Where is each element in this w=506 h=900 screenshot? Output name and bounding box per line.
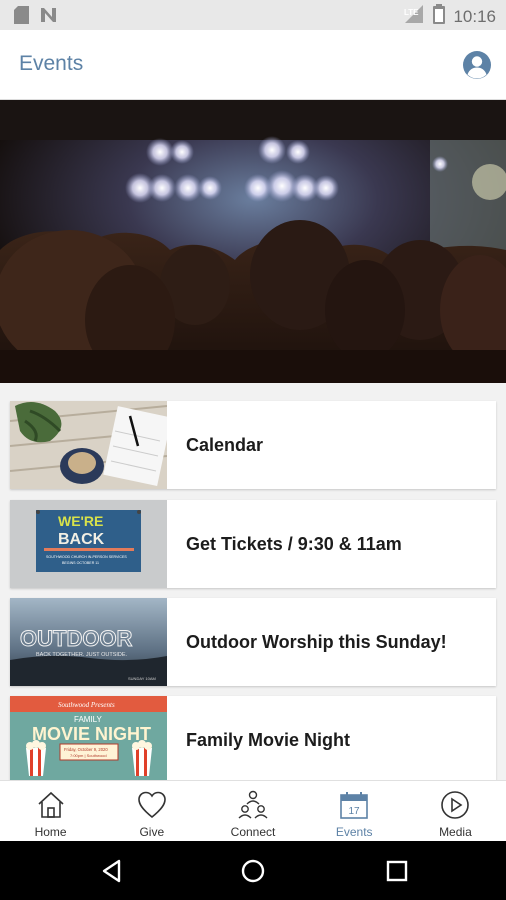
home-icon <box>38 791 64 818</box>
movie-thumb-text-3: MOVIE NIGHT <box>32 724 151 744</box>
event-card-calendar[interactable]: Calendar <box>10 401 496 489</box>
outdoor-thumbnail: OUTDOOR BACK TOGETHER. JUST OUTSIDE. SUN… <box>10 598 167 686</box>
event-label: Get Tickets / 9:30 & 11am <box>186 533 402 554</box>
home-circle-icon <box>241 859 265 883</box>
tickets-thumbnail: WE'RE BACK SOUTHWOOD CHURCH IN-PERSON SE… <box>10 500 167 588</box>
movie-thumb-text-1: Southwood Presents <box>58 701 115 709</box>
hero-image <box>0 100 506 383</box>
event-label: Family Movie Night <box>186 729 351 750</box>
battery-icon <box>433 4 446 29</box>
event-label: Calendar <box>186 434 264 455</box>
movie-thumb-text-5: 7:00pm | Southwood <box>70 753 107 758</box>
tickets-thumb-text-2: BACK <box>58 531 105 548</box>
nav-connect[interactable]: Connect <box>202 781 303 841</box>
outdoor-thumb-text-2: BACK TOGETHER. JUST OUTSIDE. <box>36 652 128 658</box>
nav-events[interactable]: 17 Events <box>304 781 405 841</box>
event-card-tickets[interactable]: WE'RE BACK SOUTHWOOD CHURCH IN-PERSON SE… <box>10 500 496 588</box>
event-card-outdoor[interactable]: OUTDOOR BACK TOGETHER. JUST OUTSIDE. SUN… <box>10 598 496 686</box>
notification-n-icon <box>39 6 59 29</box>
heart-icon <box>137 791 166 819</box>
sd-card-icon <box>14 6 29 29</box>
profile-button[interactable] <box>462 50 492 80</box>
outdoor-thumb-text-3: SUNDAY 10AM <box>128 676 156 681</box>
play-icon <box>441 791 470 819</box>
event-card-movie-night[interactable]: Southwood Presents FAMILY MOVIE NIGHT Fr… <box>10 696 496 780</box>
recents-button[interactable] <box>384 858 410 884</box>
nav-label: Connect <box>230 825 276 839</box>
profile-icon <box>463 51 491 79</box>
recents-icon <box>386 860 408 882</box>
signal-icon: LTE <box>403 4 425 29</box>
movie-thumb-text-2: FAMILY <box>74 715 103 724</box>
calendar-badge: 17 <box>349 806 361 817</box>
page-title: Events <box>19 52 84 75</box>
back-button[interactable] <box>99 858 125 884</box>
home-system-button[interactable] <box>240 858 266 884</box>
events-list: Calendar WE'RE BACK SOUTHWOOD CHURCH IN-… <box>0 383 506 780</box>
nav-home[interactable]: Home <box>0 781 101 841</box>
nav-label: Media <box>439 825 472 839</box>
movie-night-thumbnail: Southwood Presents FAMILY MOVIE NIGHT Fr… <box>10 696 167 780</box>
tickets-thumb-text-1: WE'RE <box>58 513 103 529</box>
calendar-icon: 17 <box>340 792 369 819</box>
event-label: Outdoor Worship this Sunday! <box>186 631 447 652</box>
system-nav-bar <box>0 841 506 900</box>
status-bar: LTE 10:16 <box>0 0 506 30</box>
nav-label: Give <box>139 825 165 839</box>
app-bar: Events <box>0 30 506 100</box>
back-icon <box>102 859 121 883</box>
nav-give[interactable]: Give <box>101 781 202 841</box>
bottom-nav: Home Give Connect 17 Events Media <box>0 780 506 841</box>
connect-icon <box>238 790 268 819</box>
status-time: 10:16 <box>453 6 496 26</box>
outdoor-thumb-text-1: OUTDOOR <box>20 626 133 651</box>
network-label: LTE <box>404 8 419 17</box>
calendar-thumbnail <box>10 401 167 489</box>
nav-label: Events <box>335 825 373 839</box>
tickets-thumb-text-4: BEGINS OCTOBER 11 <box>62 561 99 565</box>
tickets-thumb-text-3: SOUTHWOOD CHURCH IN-PERSON SERVICES <box>46 555 127 559</box>
nav-label: Home <box>34 825 67 839</box>
nav-media[interactable]: Media <box>405 781 506 841</box>
movie-thumb-text-4: Friday, October 9, 2020 <box>64 747 108 752</box>
